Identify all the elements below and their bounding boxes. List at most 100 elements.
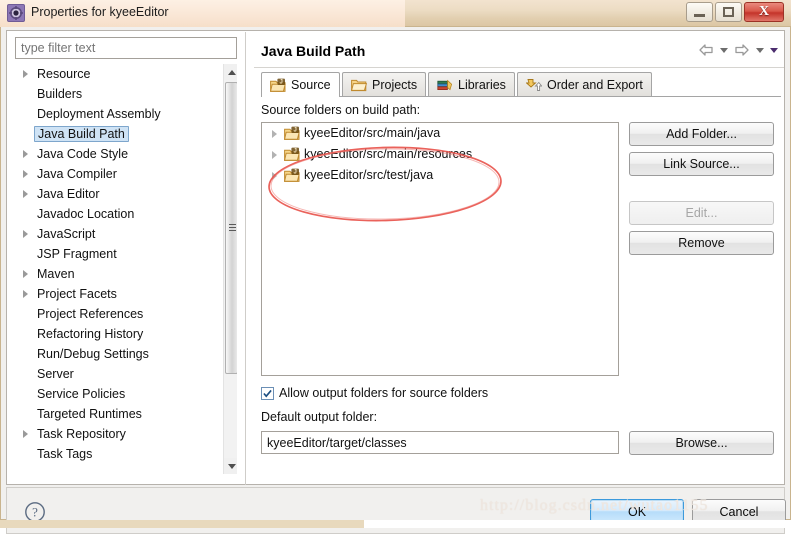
window-bottom-strip [0, 520, 791, 528]
edit-button: Edit... [629, 201, 774, 225]
expand-chevron-right-icon[interactable] [23, 170, 28, 178]
sidebar-item-label: JSP Fragment [37, 247, 117, 261]
scrollbar-thumb[interactable] [225, 82, 237, 374]
expand-chevron-right-icon[interactable] [23, 230, 28, 238]
minimize-icon [694, 14, 705, 17]
link-source-button[interactable]: Link Source... [629, 152, 774, 176]
scroll-down-button[interactable] [224, 458, 237, 474]
expand-chevron-right-icon[interactable] [272, 151, 277, 159]
expand-chevron-right-icon[interactable] [23, 150, 28, 158]
sidebar-item-jsp-fragment[interactable]: JSP Fragment [15, 244, 220, 264]
minimize-button[interactable] [686, 2, 713, 22]
sidebar-item-deployment-assembly[interactable]: Deployment Assembly [15, 104, 220, 124]
sidebar-item-builders[interactable]: Builders [15, 84, 220, 104]
page-title: Java Build Path [261, 43, 366, 59]
sidebar-item-label: Javadoc Location [37, 207, 135, 221]
source-folder-row[interactable]: JkyeeEditor/src/main/resources [262, 144, 618, 165]
tab-libraries[interactable]: Libraries [428, 72, 515, 96]
triangle-up-icon [227, 69, 236, 75]
maximize-button[interactable] [715, 2, 742, 22]
sidebar-item-javadoc-location[interactable]: Javadoc Location [15, 204, 220, 224]
expand-chevron-right-icon[interactable] [23, 70, 28, 78]
maximize-icon [723, 7, 734, 17]
tab-source[interactable]: J Source [261, 72, 340, 97]
sidebar-item-label: Refactoring History [37, 327, 144, 341]
sidebar-item-label: Java Code Style [37, 147, 129, 161]
sidebar-item-label: Java Editor [37, 187, 100, 201]
filter-input[interactable] [15, 37, 237, 59]
svg-text:?: ? [32, 505, 38, 520]
source-folder-row[interactable]: JkyeeEditor/src/main/java [262, 123, 618, 144]
sidebar-item-service-policies[interactable]: Service Policies [15, 384, 220, 404]
scroll-up-button[interactable] [224, 64, 237, 80]
sidebar-item-java-code-style[interactable]: Java Code Style [15, 144, 220, 164]
allow-output-folders-row[interactable]: Allow output folders for source folders [261, 386, 488, 400]
sidebar-item-run-debug-settings[interactable]: Run/Debug Settings [15, 344, 220, 364]
svg-text:J: J [294, 170, 297, 176]
add-folder-button[interactable]: Add Folder... [629, 122, 774, 146]
default-output-folder-label: Default output folder: [261, 410, 378, 424]
expand-chevron-right-icon[interactable] [23, 270, 28, 278]
books-jar-icon [437, 78, 453, 92]
sidebar-item-java-compiler[interactable]: Java Compiler [15, 164, 220, 184]
sidebar-item-label: Project References [37, 307, 144, 321]
expand-chevron-right-icon[interactable] [272, 172, 277, 180]
source-folder-label: kyeeEditor/src/main/resources [304, 147, 473, 161]
default-output-folder-input[interactable] [261, 431, 619, 454]
sidebar-item-label: Task Tags [37, 447, 93, 461]
sidebar-item-label: Project Facets [37, 287, 117, 301]
sidebar-item-label: Service Policies [37, 387, 126, 401]
page-nav-icons [698, 43, 778, 57]
close-button[interactable]: X [744, 2, 784, 22]
properties-gear-icon [7, 4, 25, 22]
sidebar-item-label: Java Build Path [34, 126, 129, 142]
svg-text:J: J [294, 128, 297, 134]
sidebar-item-label: Targeted Runtimes [37, 407, 142, 421]
allow-output-folders-checkbox[interactable] [261, 386, 274, 400]
sidebar-item-task-tags[interactable]: Task Tags [15, 444, 220, 464]
properties-dialog: Properties for kyeeEditor X Resource Buil… [0, 0, 791, 534]
source-folder-label: kyeeEditor/src/test/java [304, 168, 434, 182]
source-folders-label: Source folders on build path: [261, 103, 421, 117]
open-folder-icon [350, 78, 368, 92]
expand-chevron-right-icon[interactable] [23, 190, 28, 198]
tab-label: Libraries [458, 77, 506, 92]
sidebar-item-label: Run/Debug Settings [37, 347, 149, 361]
svg-text:J: J [280, 80, 283, 86]
source-folder-row[interactable]: JkyeeEditor/src/test/java [262, 165, 618, 186]
expand-chevron-right-icon[interactable] [23, 290, 28, 298]
source-folders-list[interactable]: JkyeeEditor/src/main/java JkyeeEditor/src… [261, 122, 619, 376]
tab-projects[interactable]: Projects [342, 72, 427, 96]
expand-chevron-right-icon[interactable] [23, 430, 28, 438]
sidebar-item-java-editor[interactable]: Java Editor [15, 184, 220, 204]
active-tab-joint [262, 96, 339, 98]
source-folder-label: kyeeEditor/src/main/java [304, 126, 441, 140]
tree-scrollbar[interactable] [223, 64, 237, 474]
sidebar-item-server[interactable]: Server [15, 364, 220, 384]
forward-history-chevron-down-icon[interactable] [756, 47, 764, 53]
sidebar-item-label: Task Repository [37, 427, 126, 441]
view-menu-chevron-down-icon[interactable] [770, 47, 778, 53]
sidebar-item-javascript[interactable]: JavaScript [15, 224, 220, 244]
remove-button[interactable]: Remove [629, 231, 774, 255]
order-export-arrows-icon [525, 78, 543, 92]
back-arrow-icon[interactable] [698, 43, 714, 57]
sidebar-item-task-repository[interactable]: Task Repository [15, 424, 220, 444]
sidebar-item-label: Builders [37, 87, 83, 101]
bottom-strip-tan [0, 520, 364, 528]
sidebar-item-refactoring-history[interactable]: Refactoring History [15, 324, 220, 344]
sidebar-item-maven[interactable]: Maven [15, 264, 220, 284]
sidebar-item-java-build-path[interactable]: Java Build Path [15, 124, 220, 144]
expand-chevron-right-icon[interactable] [272, 130, 277, 138]
back-history-chevron-down-icon[interactable] [720, 47, 728, 53]
sidebar-item-label: Server [37, 367, 74, 381]
sidebar-item-resource[interactable]: Resource [15, 64, 220, 84]
forward-arrow-icon[interactable] [734, 43, 750, 57]
sidebar-item-label: JavaScript [37, 227, 96, 241]
sidebar-item-targeted-runtimes[interactable]: Targeted Runtimes [15, 404, 220, 424]
tab-order-and-export[interactable]: Order and Export [517, 72, 652, 96]
settings-tree-panel: Resource Builders Deployment Assembly Java … [15, 64, 237, 474]
sidebar-item-project-references[interactable]: Project References [15, 304, 220, 324]
browse-button[interactable]: Browse... [629, 431, 774, 455]
sidebar-item-project-facets[interactable]: Project Facets [15, 284, 220, 304]
